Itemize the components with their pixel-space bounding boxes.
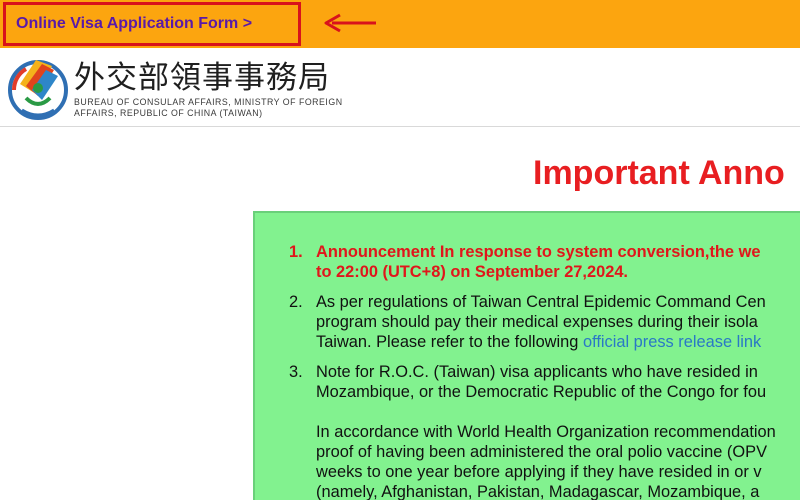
item-line: proof of having been administered the or… — [316, 443, 768, 461]
item-line: In accordance with World Health Organiza… — [316, 423, 776, 441]
agency-name-english-line1: BUREAU OF CONSULAR AFFAIRS, MINISTRY OF … — [74, 97, 343, 107]
item-line: to 22:00 (UTC+8) on September 27,2024. — [316, 263, 628, 281]
item-line: Note for R.O.C. (Taiwan) visa applicants… — [316, 363, 758, 381]
item-line: weeks to one year before applying if the… — [316, 463, 762, 481]
online-visa-application-link[interactable]: Online Visa Application Form > — [16, 15, 252, 33]
item-number: 3. — [289, 363, 303, 381]
official-press-release-link[interactable]: official press release link — [583, 333, 761, 351]
agency-name-english: BUREAU OF CONSULAR AFFAIRS, MINISTRY OF … — [74, 97, 374, 119]
item-line: (namely, Afghanistan, Pakistan, Madagasc… — [316, 483, 760, 500]
top-bar: Online Visa Application Form > — [0, 0, 800, 48]
boca-logo-icon[interactable] — [6, 54, 70, 120]
announcement-box: 1. Announcement In response to system co… — [253, 211, 800, 500]
item-text: As per regulations of Taiwan Central Epi… — [316, 292, 800, 352]
agency-name-chinese: 外交部領事事務局 — [74, 60, 330, 96]
highlight-box: Online Visa Application Form > — [3, 2, 301, 46]
item-line: program should pay their medical expense… — [316, 313, 758, 331]
item-text: Announcement In response to system conve… — [316, 242, 800, 282]
item-line: Mozambique, or the Democratic Republic o… — [316, 383, 767, 401]
left-arrow-icon — [324, 13, 376, 33]
item-line: Taiwan. Please refer to the following of… — [316, 332, 800, 352]
item-line-text: Taiwan. Please refer to the following — [316, 333, 583, 351]
item-number: 1. — [289, 243, 303, 261]
item-paragraph: In accordance with World Health Organiza… — [316, 422, 800, 500]
item-line: As per regulations of Taiwan Central Epi… — [316, 293, 766, 311]
item-text: Note for R.O.C. (Taiwan) visa applicants… — [316, 362, 800, 500]
agency-name-english-line2: AFFAIRS, REPUBLIC OF CHINA (TAIWAN) — [74, 108, 263, 118]
item-line: Announcement In response to system conve… — [316, 243, 761, 261]
site-header: 外交部領事事務局 BUREAU OF CONSULAR AFFAIRS, MIN… — [0, 48, 800, 127]
page-title: Important Anno — [533, 154, 785, 192]
item-number: 2. — [289, 293, 303, 311]
